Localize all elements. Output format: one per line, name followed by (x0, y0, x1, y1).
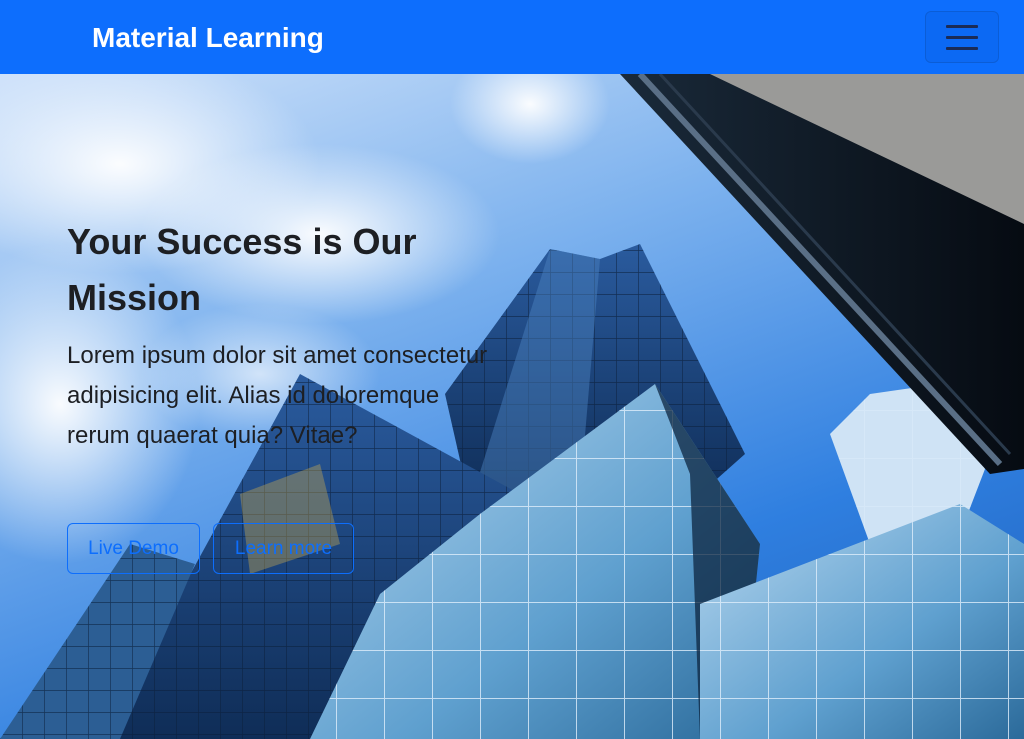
navbar-toggler-button[interactable] (925, 11, 999, 63)
navbar-brand[interactable]: Material Learning (92, 20, 324, 56)
hero-content: Your Success is Our Mission Lorem ipsum … (67, 214, 497, 456)
hero-title: Your Success is Our Mission (67, 221, 417, 318)
navbar: Material Learning (0, 0, 1024, 74)
hero-description: Lorem ipsum dolor sit amet consectetur a… (67, 342, 488, 449)
hero-section: Your Success is Our Mission Lorem ipsum … (0, 74, 1024, 739)
live-demo-button[interactable]: Live Demo (67, 523, 200, 574)
learn-more-button[interactable]: Learn more (213, 523, 354, 574)
